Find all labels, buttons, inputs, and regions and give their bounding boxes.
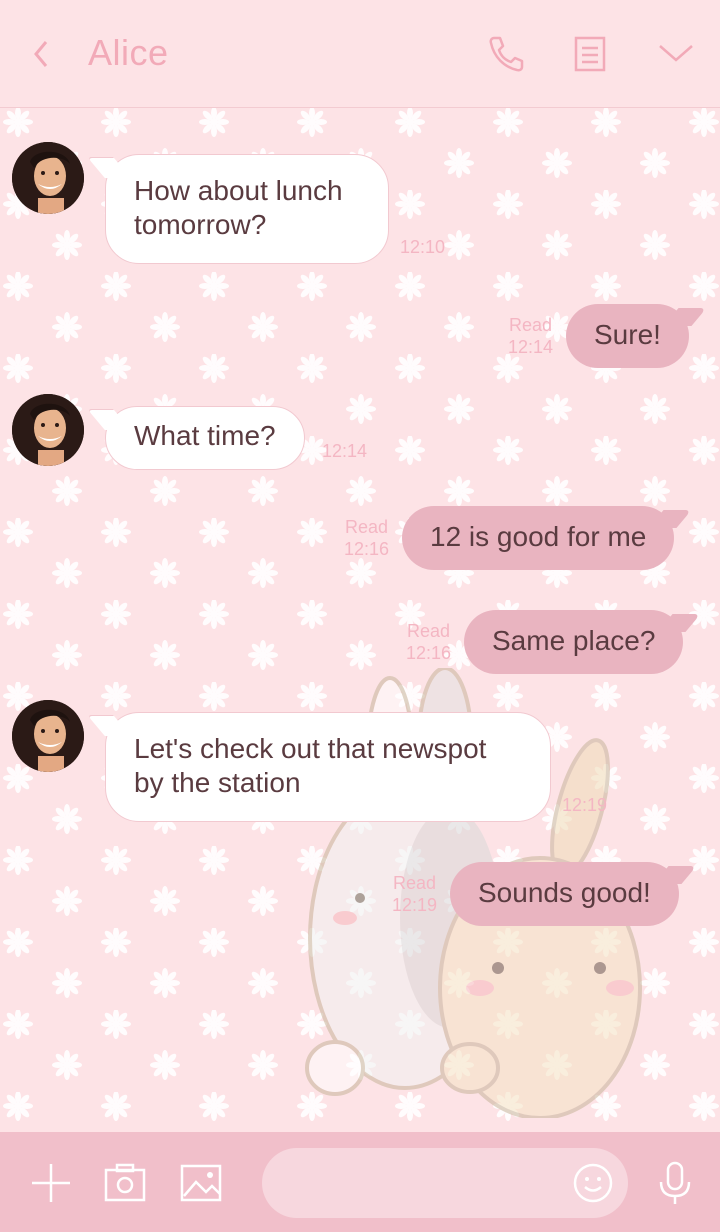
outgoing-message-bubble[interactable]: Sounds good!	[450, 862, 679, 926]
read-receipt: Read 12:16	[406, 620, 451, 664]
read-label: Read	[345, 517, 389, 537]
message-text: What time?	[134, 420, 276, 451]
contact-avatar[interactable]	[12, 700, 84, 772]
camera-icon[interactable]	[102, 1160, 148, 1206]
read-label: Read	[509, 315, 553, 335]
message-text: 12 is good for me	[430, 521, 647, 552]
image-icon[interactable]	[178, 1160, 224, 1206]
read-label: Read	[407, 621, 451, 641]
notes-icon[interactable]	[568, 32, 612, 76]
read-receipt: Read 12:14	[508, 314, 553, 358]
message-text: How about lunch	[134, 175, 343, 206]
outgoing-message-bubble[interactable]: Sure!	[566, 304, 689, 368]
contact-avatar[interactable]	[12, 394, 84, 466]
input-toolbar	[0, 1132, 720, 1232]
read-label: Read	[393, 873, 437, 893]
outgoing-message-bubble[interactable]: 12 is good for me	[402, 506, 675, 570]
message-time: 12:10	[400, 237, 446, 257]
chat-header: Alice	[0, 0, 720, 108]
chevron-down-icon[interactable]	[654, 32, 698, 76]
incoming-message-bubble[interactable]: Let's check out that newspot by the stat…	[105, 712, 551, 822]
contact-avatar[interactable]	[12, 142, 84, 214]
emoji-icon[interactable]	[572, 1162, 614, 1204]
message-time: 12:14	[322, 441, 368, 461]
message-time: 12:16	[344, 539, 390, 559]
contact-name: Alice	[88, 32, 169, 73]
message-time: 12:14	[508, 337, 554, 357]
message-text: tomorrow?	[134, 209, 267, 240]
plus-icon[interactable]	[28, 1160, 74, 1206]
incoming-message-bubble[interactable]: How about lunch tomorrow?	[105, 154, 389, 264]
message-input-container[interactable]	[262, 1148, 628, 1218]
message-text: Let's check out that newspot	[134, 733, 487, 764]
message-list[interactable]: How about lunch tomorrow? 12:10 Read 12:…	[0, 108, 720, 1132]
phone-icon[interactable]	[484, 32, 528, 76]
message-time: 12:19	[562, 795, 608, 815]
read-receipt: Read 12:16	[344, 516, 389, 560]
microphone-icon[interactable]	[652, 1160, 698, 1206]
message-time: 12:16	[406, 643, 452, 663]
message-time: 12:19	[392, 895, 438, 915]
message-input[interactable]	[286, 1162, 566, 1204]
message-text: Sounds good!	[478, 877, 651, 908]
back-chevron-icon[interactable]	[26, 34, 58, 74]
message-text: Same place?	[492, 625, 656, 656]
message-text: by the station	[134, 767, 301, 798]
message-text: Sure!	[594, 319, 661, 350]
outgoing-message-bubble[interactable]: Same place?	[464, 610, 684, 674]
read-receipt: Read 12:19	[392, 872, 437, 916]
incoming-message-bubble[interactable]: What time?	[105, 406, 305, 470]
